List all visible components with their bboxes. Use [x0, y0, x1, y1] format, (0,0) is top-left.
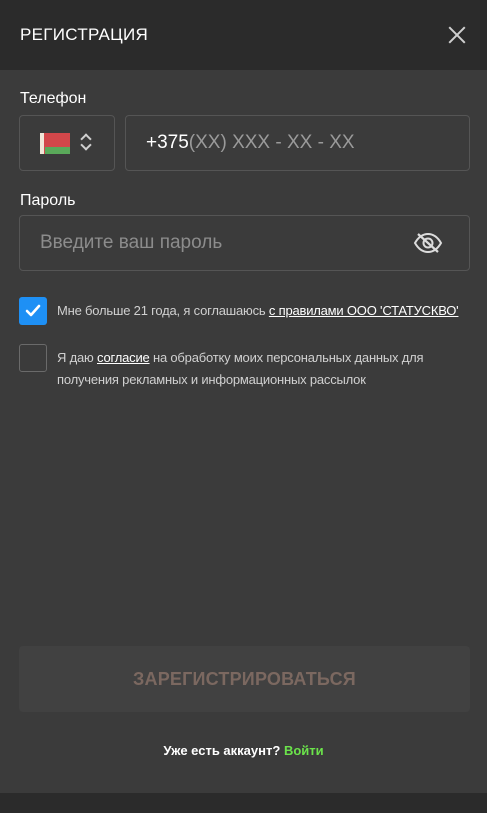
phone-country-code: +375	[146, 132, 189, 153]
consent-link[interactable]: согласие	[97, 350, 150, 365]
age-consent-checkbox[interactable]	[19, 297, 47, 325]
age-consent-text: Мне больше 21 года, я соглашаюсь с прави…	[57, 300, 459, 322]
age-consent-label: Мне больше 21 года, я соглашаюсь	[57, 303, 266, 318]
register-button[interactable]: ЗАРЕГИСТРИРОВАТЬСЯ	[19, 646, 470, 712]
modal-title: РЕГИСТРАЦИЯ	[20, 25, 149, 44]
modal-header: РЕГИСТРАЦИЯ	[0, 0, 487, 70]
eye-slash-icon[interactable]	[413, 232, 443, 254]
marketing-consent-prefix: Я даю	[57, 350, 94, 365]
marketing-consent-text: Я даю согласие на обработку моих персона…	[57, 347, 447, 391]
login-prompt: Уже есть аккаунт? Войти	[0, 743, 487, 758]
registration-form: Телефон +375 (XX) XXX - XX - XX Пароль Мн…	[0, 70, 487, 793]
check-icon	[25, 304, 41, 317]
login-link[interactable]: Войти	[284, 743, 324, 758]
marketing-consent-checkbox[interactable]	[19, 344, 47, 372]
modal-footer	[0, 793, 487, 813]
rules-link[interactable]: с правилами ООО 'СТАТУСКВО'	[269, 303, 459, 318]
phone-input[interactable]: +375 (XX) XXX - XX - XX	[125, 115, 470, 171]
belarus-flag-icon	[40, 132, 70, 154]
phone-mask: (XX) XXX - XX - XX	[188, 132, 355, 153]
password-label: Пароль	[20, 192, 76, 209]
password-input[interactable]	[40, 232, 380, 254]
login-prompt-text: Уже есть аккаунт?	[163, 743, 281, 758]
country-selector[interactable]	[19, 115, 115, 171]
password-field[interactable]	[19, 215, 470, 271]
phone-label: Телефон	[20, 90, 87, 107]
age-consent-row: Мне больше 21 года, я соглашаюсь с прави…	[19, 297, 459, 325]
chevron-up-down-icon	[80, 132, 94, 154]
close-icon[interactable]	[445, 23, 469, 47]
marketing-consent-row: Я даю согласие на обработку моих персона…	[19, 344, 447, 391]
